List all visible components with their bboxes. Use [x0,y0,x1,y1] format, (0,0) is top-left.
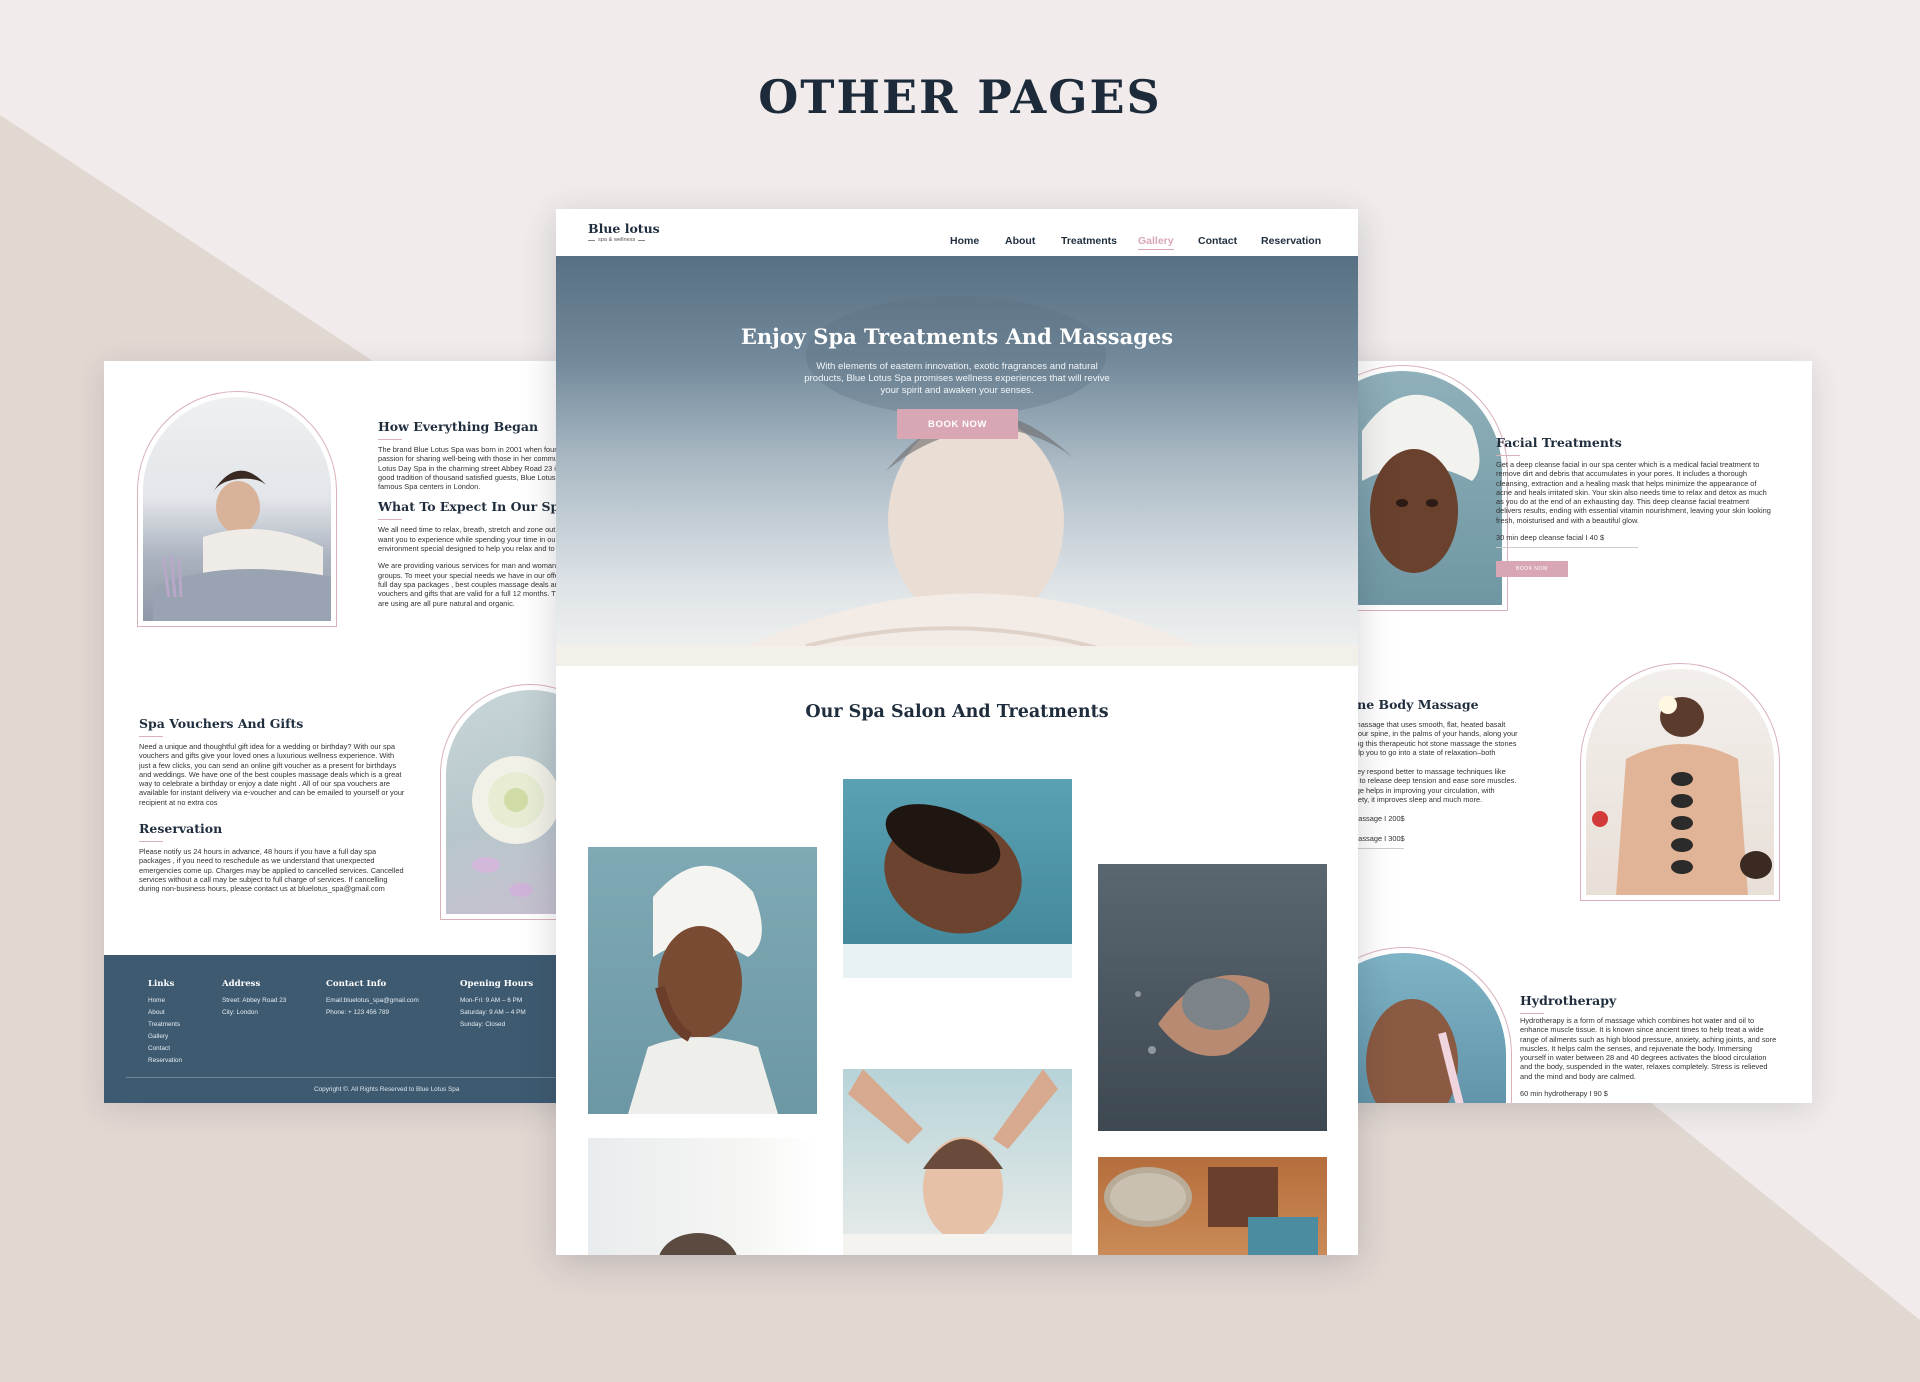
footer-email[interactable]: Email:bluelotus_spa@gmail.com [326,995,419,1007]
how-began-title: How Everything Began [378,419,539,434]
footer-hours-sunday: Sunday: Closed [460,1021,506,1028]
nav-gallery[interactable]: Gallery [1138,235,1174,250]
footer-address-street: Street: Abbey Road 23 [222,997,287,1004]
expect-title: What To Expect In Our Spa S [378,499,581,515]
stone-massage-text: cialist massage that uses smooth, flat, … [1336,720,1518,805]
footer-link-home[interactable]: Home [148,995,182,1007]
footer-links-title: Links [148,979,175,989]
facial-price: 30 min deep cleanse facial I 40 $ [1496,533,1605,543]
hero-subtitle: With elements of eastern innovation, exo… [804,361,1110,396]
vouchers-title: Spa Vouchers And Gifts [139,716,304,731]
footer-contact-column: Contact Info Email:bluelotus_spa@gmail.c… [326,979,419,1019]
gallery-photo-partial[interactable] [588,1138,817,1255]
expect-text: We all need time to relax, breath, stret… [378,525,564,608]
footer-link-gallery[interactable]: Gallery [148,1031,182,1043]
gallery-photo-facial-massage[interactable] [843,1069,1072,1255]
title-underline [378,519,402,521]
footer-hours-column: Opening Hours Mon-Fri: 9 AM – 6 PM Satur… [460,979,533,1031]
footer-link-contact[interactable]: Contact [148,1043,182,1055]
logo-rule [638,239,646,241]
hero-section: Enjoy Spa Treatments And Massages With e… [556,256,1358,666]
gallery-photo-towel-woman[interactable] [588,847,817,1114]
footer-hours-weekdays: Mon-Fri: 9 AM – 6 PM [460,997,523,1004]
stone-price-2: body massage I 300$ [1336,833,1405,843]
gallery-photo-lying-face[interactable] [843,779,1072,978]
price-divider [1496,547,1638,549]
facial-title: Facial Treatments [1496,435,1622,450]
stone-price-1: body massage I 200$ [1336,814,1405,824]
footer-hours-title: Opening Hours [460,979,534,989]
hydrotherapy-text: Hydrotherapy is a form of massage which … [1520,1016,1777,1081]
footer-address-title: Address [222,979,261,989]
nav-home[interactable]: Home [950,235,979,247]
logo-tagline: spa & wellness [598,237,636,243]
title-underline [139,736,163,737]
footer-phone: Phone: + 123 456 789 [326,1009,390,1016]
gallery-photo-clay-bowl[interactable] [1098,1157,1327,1255]
woman-relaxing-photo [143,397,331,621]
nav-reservation[interactable]: Reservation [1261,235,1321,247]
how-began-text: The brand Blue Lotus Spa was born in 200… [378,445,563,492]
stone-massage-title: Stone Body Massage [1336,697,1479,712]
title-underline [139,841,163,843]
hero-woman-image [556,296,1358,666]
footer-divider [126,1077,566,1078]
logo-rule [588,239,595,241]
logo[interactable]: Blue lotus spa & wellness [588,221,660,243]
footer-link-about[interactable]: About [148,1007,182,1019]
title-underline [1496,455,1520,456]
treatments-page-preview: Facial Treatments Get a deep cleanse fac… [1336,361,1812,1103]
title-underline [378,439,402,440]
site-footer: Links Home About Treatments Gallery Cont… [104,955,584,1103]
towel-woman-photo [1336,371,1502,605]
hot-stone-massage-photo [1586,669,1774,895]
footer-link-reservation[interactable]: Reservation [148,1055,182,1067]
facial-text: Get a deep cleanse facial in our spa cen… [1496,460,1771,525]
footer-hours-saturday: Saturday: 9 AM – 4 PM [460,1009,526,1016]
nav-about[interactable]: About [1005,235,1035,247]
gallery-page-preview: Blue lotus spa & wellness Home About Tre… [556,209,1358,1255]
footer-contact-title: Contact Info [326,979,387,989]
facial-book-now-button[interactable]: BOOK NOW [1496,561,1568,577]
hero-title: Enjoy Spa Treatments And Massages [740,324,1174,349]
nav-contact[interactable]: Contact [1198,235,1237,247]
reservation-title: Reservation [139,821,223,837]
hydrotherapy-photo [1336,953,1506,1103]
vouchers-text: Need a unique and thoughtful gift idea f… [139,742,405,807]
hydrotherapy-price: 60 min hydrotherapy I 90 $ [1520,1089,1608,1099]
hero-book-now-button[interactable]: BOOK NOW [897,409,1018,439]
title-underline [1520,1013,1544,1014]
site-header: Blue lotus spa & wellness Home About Tre… [556,209,1358,256]
footer-copyright: Copyright ©. All Rights Reserved to Blue… [314,1086,460,1093]
hydrotherapy-title: Hydrotherapy [1520,993,1617,1008]
footer-links-column: Links Home About Treatments Gallery Cont… [148,979,182,1067]
gallery-photo-clay-mask[interactable] [1098,864,1327,1131]
gallery-title: Our Spa Salon And Treatments [805,702,1109,722]
reservation-text: Please notify us 24 hours in advance, 48… [139,847,404,894]
nav-treatments[interactable]: Treatments [1061,235,1117,247]
showcase-title: OTHER PAGES [758,70,1162,124]
footer-address-column: Address Street: Abbey Road 23 City: Lond… [222,979,286,1019]
about-page-preview: How Everything Began The brand Blue Lotu… [104,361,584,1103]
logo-name: Blue lotus [588,221,660,236]
footer-address-city: City: London [222,1009,258,1016]
footer-link-treatments[interactable]: Treatments [148,1019,182,1031]
